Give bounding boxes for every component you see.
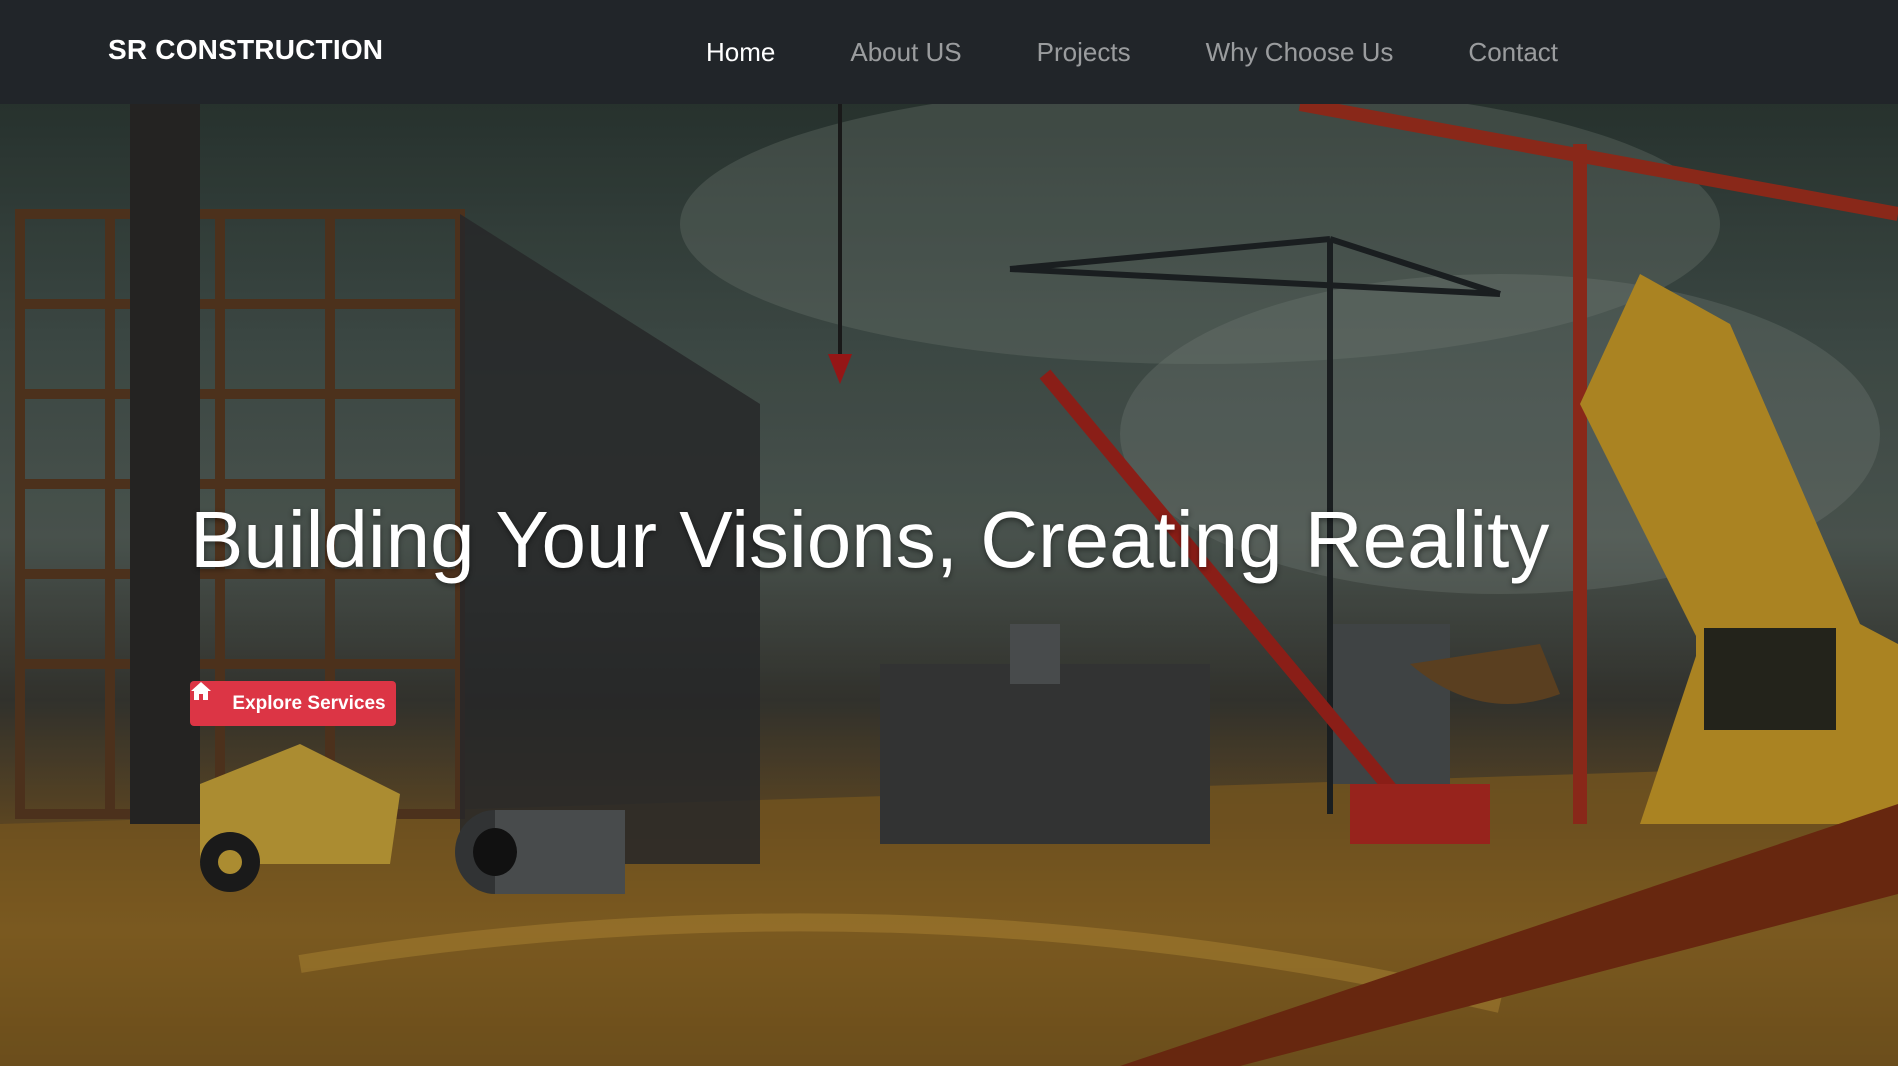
home-icon <box>191 682 222 714</box>
nav-link-why-choose-us[interactable]: Why Choose Us <box>1206 37 1394 68</box>
hero-section: Building Your Visions, Creating Reality … <box>0 104 1898 1066</box>
brand-logo[interactable]: SR CONSTRUCTION <box>108 34 383 66</box>
explore-services-label: Explore Services <box>232 692 386 714</box>
nav-link-about[interactable]: About US <box>850 37 961 68</box>
hero-title: Building Your Visions, Creating Reality <box>190 495 1550 584</box>
nav-link-projects[interactable]: Projects <box>1037 37 1131 68</box>
nav-link-home[interactable]: Home <box>706 37 775 68</box>
nav-link-contact[interactable]: Contact <box>1468 37 1558 68</box>
top-navbar: SR CONSTRUCTION Home About US Projects W… <box>0 0 1898 104</box>
nav-links: Home About US Projects Why Choose Us Con… <box>706 37 1633 68</box>
explore-services-button[interactable]: Explore Services <box>190 681 396 726</box>
